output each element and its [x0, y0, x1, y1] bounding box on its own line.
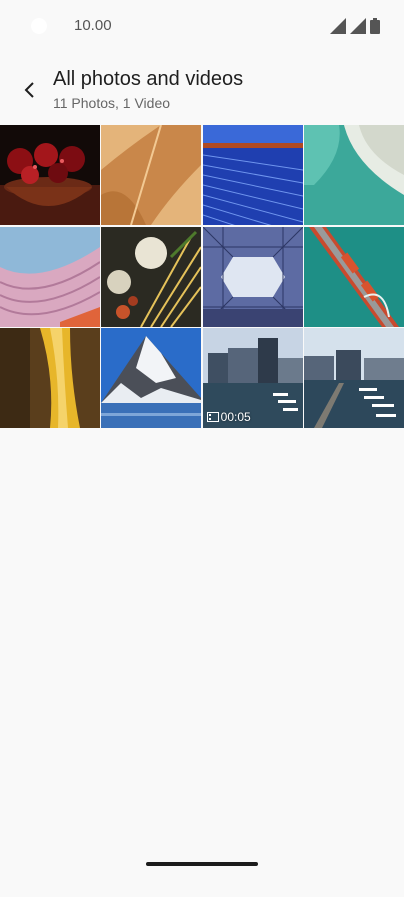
- page-subtitle: 11 Photos, 1 Video: [53, 95, 171, 111]
- back-button[interactable]: [12, 72, 48, 108]
- camera-cutout: [31, 18, 47, 34]
- media-grid: 00:05: [0, 125, 404, 428]
- app-header: All photos and videos 11 Photos, 1 Video: [0, 60, 404, 120]
- photo-thumbnail-pomegranates[interactable]: [0, 125, 100, 225]
- photo-thumbnail-yellow-canyon[interactable]: [0, 328, 100, 428]
- battery-icon: [370, 18, 380, 34]
- photo-thumbnail-pink-waves[interactable]: [0, 226, 100, 327]
- photo-thumbnail-garlic-pasta[interactable]: [101, 226, 202, 327]
- video-duration: 00:05: [220, 410, 251, 424]
- status-time: 10.00: [74, 17, 112, 34]
- page-title: All photos and videos: [53, 68, 244, 90]
- chevron-left-icon: [24, 82, 34, 98]
- photo-thumbnail-sand-dune[interactable]: [101, 125, 202, 225]
- photo-thumbnail-blue-architecture[interactable]: [202, 125, 303, 225]
- video-thumbnail-harbor[interactable]: 00:05: [202, 328, 303, 428]
- photo-thumbnail-glass-atrium[interactable]: [202, 226, 303, 327]
- status-icons: [330, 18, 380, 34]
- home-indicator[interactable]: [146, 862, 258, 866]
- video-badge: 00:05: [206, 410, 251, 424]
- status-bar: 10.00: [0, 0, 404, 52]
- signal-icon: [330, 18, 346, 34]
- film-icon: [206, 412, 219, 422]
- photo-thumbnail-matterhorn[interactable]: [101, 328, 202, 428]
- photo-thumbnail-marina[interactable]: [303, 328, 404, 428]
- photo-thumbnail-bridge-aerial[interactable]: [303, 226, 404, 327]
- photo-thumbnail-aerial-coast[interactable]: [303, 125, 404, 225]
- signal-icon: [350, 18, 366, 34]
